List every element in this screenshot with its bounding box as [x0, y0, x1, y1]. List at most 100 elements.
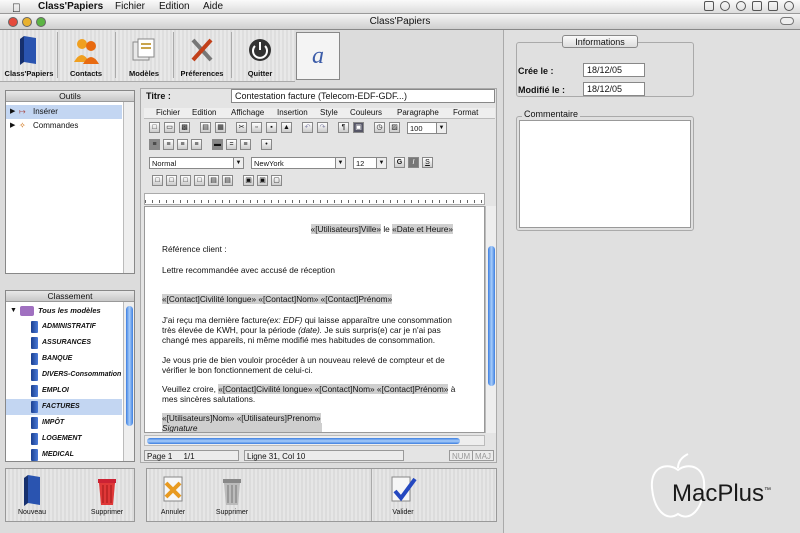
bullet-list-icon[interactable]: • [261, 139, 272, 150]
contacts-button[interactable]: Contacts [58, 32, 114, 80]
classpapiers-button[interactable]: Class'Papiers [1, 32, 57, 80]
disclosure-open-icon[interactable]: ▼ [10, 304, 17, 318]
toolbar-toggle-icon[interactable] [780, 17, 794, 25]
modified-field[interactable]: 18/12/05 [583, 82, 645, 96]
display-icon[interactable] [704, 1, 714, 12]
supprimer-classement-button[interactable]: Supprimer [86, 473, 128, 516]
editor-menu-couleurs[interactable]: Couleurs [350, 108, 382, 117]
sync-icon[interactable] [752, 1, 762, 12]
outils-scrollbar[interactable] [123, 102, 134, 273]
border-bottom-icon[interactable]: □ [194, 175, 205, 186]
nouveau-button[interactable]: Nouveau [12, 473, 52, 516]
preferences-button[interactable]: Préferences [174, 32, 230, 80]
bold-button[interactable]: G [394, 157, 405, 168]
border-right-icon[interactable]: □ [166, 175, 177, 186]
line-spacing-3-icon[interactable]: ≡ [240, 139, 251, 150]
classement-item[interactable]: BANQUE [6, 351, 122, 367]
classement-scrollbar[interactable] [123, 302, 134, 461]
airport-icon[interactable] [736, 1, 746, 12]
save-icon[interactable]: ▩ [179, 122, 190, 133]
document-hscroll[interactable] [144, 435, 485, 446]
classement-item[interactable]: EMPLOI [6, 383, 122, 399]
open-icon[interactable]: ▭ [164, 122, 175, 133]
border-middle-icon[interactable]: ▤ [222, 175, 233, 186]
menu-aide[interactable]: Aide [203, 1, 223, 12]
justify-icon[interactable]: ≡ [191, 139, 202, 150]
document-area[interactable]: «[Utilisateurs]Ville» le «Date et Heure»… [144, 206, 485, 433]
classement-item[interactable]: ADMINISTRATIF [6, 319, 122, 335]
quitter-button[interactable]: Quitter [232, 32, 288, 80]
outils-item-commandes[interactable]: ▶ ✧ Commandes [6, 119, 122, 133]
outils-item-inserer[interactable]: ▶ ↦ Insérer [6, 105, 122, 119]
undo-icon[interactable]: ↶ [302, 122, 313, 133]
line-spacing-1-icon[interactable]: ▬ [212, 139, 223, 150]
classement-item[interactable]: LOGEMENT [6, 431, 122, 447]
editor-menu-affichage[interactable]: Affichage [231, 108, 264, 117]
line-spacing-2-icon[interactable]: = [226, 139, 237, 150]
new-doc-icon[interactable]: □ [149, 122, 160, 133]
apple-menu-icon[interactable]:  [12, 1, 21, 15]
disclosure-triangle-icon[interactable]: ▶ [10, 105, 15, 119]
minimize-icon[interactable] [22, 17, 32, 27]
border-inner-icon[interactable]: ▤ [208, 175, 219, 186]
annuler-button[interactable]: Annuler [153, 473, 193, 516]
border-left-icon[interactable]: □ [152, 175, 163, 186]
valider-button[interactable]: Valider [383, 473, 423, 516]
document-vscroll[interactable] [485, 206, 496, 433]
border-none-icon[interactable]: ▢ [271, 175, 282, 186]
classement-item[interactable]: MEDICAL [6, 447, 122, 461]
modeles-button[interactable]: Modèles [116, 32, 172, 80]
editor-menu-format[interactable]: Format [453, 108, 478, 117]
editor-menu-edition[interactable]: Edition [192, 108, 216, 117]
paste-icon[interactable]: ▪ [266, 122, 277, 133]
editor-menu-style[interactable]: Style [320, 108, 338, 117]
classement-root[interactable]: ▼ Tous les modèles [6, 304, 122, 318]
spotlight-icon[interactable] [784, 1, 794, 12]
print-preview-icon[interactable]: ▤ [200, 122, 211, 133]
align-right-icon[interactable]: ≡ [177, 139, 188, 150]
scroll-thumb[interactable] [126, 306, 133, 426]
style-select[interactable]: Normal ▼ [149, 157, 244, 169]
align-center-icon[interactable]: ≡ [163, 139, 174, 150]
menu-edition[interactable]: Edition [159, 1, 190, 12]
border-all-icon[interactable]: ▣ [243, 175, 254, 186]
ruler[interactable] [144, 193, 485, 205]
close-icon[interactable] [8, 17, 18, 27]
classement-item-selected[interactable]: FACTURES [6, 399, 122, 415]
classement-item[interactable]: IMPÔT [6, 415, 122, 431]
comment-textarea[interactable] [519, 120, 691, 228]
created-field[interactable]: 18/12/05 [583, 63, 645, 77]
menu-app-name[interactable]: Class'Papiers [38, 1, 103, 12]
zoom-icon[interactable] [36, 17, 46, 27]
italic-button[interactable]: I [408, 157, 419, 168]
border-top-icon[interactable]: □ [180, 175, 191, 186]
format-paint-icon[interactable]: ▲ [281, 122, 292, 133]
editor-menu-insertion[interactable]: Insertion [277, 108, 308, 117]
classement-item[interactable]: ASSURANCES [6, 335, 122, 351]
bluetooth-icon[interactable] [720, 1, 730, 12]
clock-icon[interactable]: ◷ [374, 122, 385, 133]
zoom-select[interactable]: 100 ▼ [407, 122, 447, 134]
font-select[interactable]: NewYork ▼ [251, 157, 346, 169]
classement-item[interactable]: DIVERS-Consommation [6, 367, 122, 383]
supprimer-modele-button[interactable]: Supprimer [210, 473, 254, 516]
table-icon[interactable]: ▣ [353, 122, 364, 133]
disclosure-triangle-icon[interactable]: ▶ [10, 119, 15, 133]
redo-icon[interactable]: ↷ [317, 122, 328, 133]
pilcrow-icon[interactable]: ¶ [338, 122, 349, 133]
image-icon[interactable]: ▨ [389, 122, 400, 133]
title-field[interactable]: Contestation facture (Telecom-EDF-GDF...… [231, 89, 495, 103]
size-select[interactable]: 12 ▼ [353, 157, 387, 169]
scroll-thumb[interactable] [488, 246, 495, 386]
editor-menu-paragraphe[interactable]: Paragraphe [397, 108, 439, 117]
underline-button[interactable]: S [422, 157, 433, 168]
volume-icon[interactable] [768, 1, 778, 12]
align-left-icon[interactable]: ≡ [149, 139, 160, 150]
cut-icon[interactable]: ✂ [236, 122, 247, 133]
editor-menu-fichier[interactable]: Fichier [156, 108, 180, 117]
scroll-thumb[interactable] [147, 438, 460, 444]
border-box-icon[interactable]: ▣ [257, 175, 268, 186]
copy-icon[interactable]: ▫ [251, 122, 262, 133]
menu-fichier[interactable]: Fichier [115, 1, 145, 12]
print-icon[interactable]: ▦ [215, 122, 226, 133]
